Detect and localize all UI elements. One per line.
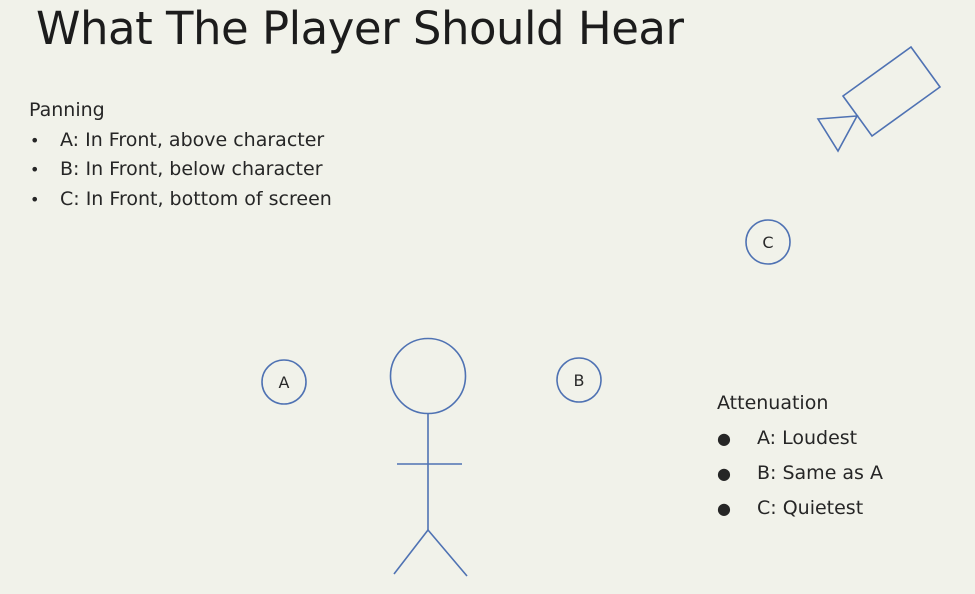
list-item: • C: In Front, bottom of screen	[29, 185, 332, 215]
panning-list: • A: In Front, above character • B: In F…	[29, 126, 332, 215]
attenuation-list: ● A: Loudest ● B: Same as A ● C: Quietes…	[717, 421, 883, 526]
stick-figure-icon	[389, 337, 468, 577]
list-item: ● A: Loudest	[717, 421, 883, 456]
marker-c-label: C	[762, 233, 773, 252]
list-item: • B: In Front, below character	[29, 155, 332, 185]
attenuation-item-c: C: Quietest	[757, 497, 864, 519]
panning-item-a: A: In Front, above character	[60, 128, 325, 151]
slide: A B C What The Player Should Hear Pannin…	[0, 0, 975, 594]
bullet-icon: •	[30, 160, 40, 179]
bullet-icon: •	[30, 189, 40, 209]
marker-b: B	[556, 357, 602, 403]
list-item: ● C: Quietest	[717, 491, 883, 526]
marker-b-label: B	[574, 371, 585, 390]
bullet-icon: ●	[717, 464, 731, 483]
panning-section: Panning • A: In Front, above character •…	[29, 96, 332, 214]
attenuation-item-b: B: Same as A	[757, 462, 883, 484]
list-item: • A: In Front, above character	[29, 126, 332, 156]
page-title: What The Player Should Hear	[36, 2, 684, 55]
marker-c: C	[745, 219, 791, 265]
attenuation-heading: Attenuation	[717, 392, 829, 414]
camera-icon	[816, 45, 942, 153]
panning-item-b: B: In Front, below character	[60, 158, 323, 180]
list-item: ● B: Same as A	[717, 456, 883, 491]
panning-heading: Panning	[29, 99, 105, 121]
attenuation-item-a: A: Loudest	[757, 427, 858, 449]
attenuation-section: Attenuation ● A: Loudest ● B: Same as A …	[717, 386, 883, 526]
marker-a: A	[261, 359, 307, 405]
bullet-icon: •	[30, 130, 40, 150]
marker-a-label: A	[279, 373, 290, 392]
panning-item-c: C: In Front, bottom of screen	[60, 187, 332, 210]
bullet-icon: ●	[717, 499, 731, 518]
bullet-icon: ●	[717, 429, 731, 448]
